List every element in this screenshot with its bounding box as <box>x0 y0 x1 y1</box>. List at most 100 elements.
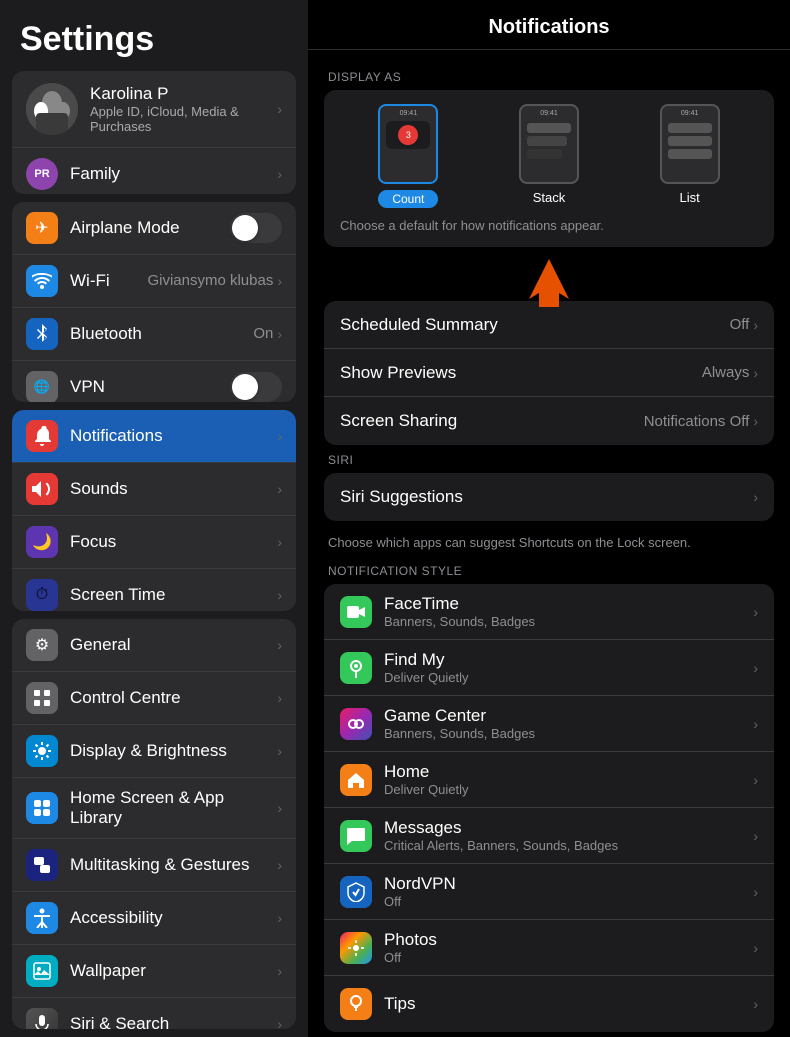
findmy-icon <box>340 652 372 684</box>
sidebar-item-wifi[interactable]: Wi-Fi Giviansymo klubas › <box>12 255 296 308</box>
homescreen-label: Home Screen & App Library <box>70 788 277 828</box>
siri-icon <box>26 1008 58 1029</box>
panel-title: Notifications <box>488 16 609 38</box>
general-chevron: › <box>277 637 282 653</box>
bluetooth-value: On <box>253 325 273 342</box>
wallpaper-label: Wallpaper <box>70 961 277 981</box>
list-mockup: 09:41 <box>660 104 720 184</box>
sidebar-item-sounds[interactable]: Sounds › <box>12 463 296 516</box>
app-row-gamecenter[interactable]: Game Center Banners, Sounds, Badges › <box>324 696 774 752</box>
notifications-chevron: › <box>277 428 282 444</box>
controlcentre-chevron: › <box>277 690 282 706</box>
sidebar-item-bluetooth[interactable]: Bluetooth On › <box>12 308 296 361</box>
siri-group: Siri Suggestions › <box>324 473 774 521</box>
accessibility-icon <box>26 902 58 934</box>
app-row-findmy[interactable]: Find My Deliver Quietly › <box>324 640 774 696</box>
app-row-messages[interactable]: Messages Critical Alerts, Banners, Sound… <box>324 808 774 864</box>
gamecenter-chevron: › <box>753 716 758 732</box>
sidebar-item-general[interactable]: ⚙ General › <box>12 619 296 672</box>
sidebar-title: Settings <box>0 0 308 71</box>
sidebar-item-vpn[interactable]: 🌐 VPN <box>12 361 296 403</box>
display-as-card: 09:41 3 Count 09:41 <box>324 90 774 247</box>
sounds-chevron: › <box>277 481 282 497</box>
home-sub: Deliver Quietly <box>384 782 753 797</box>
app-row-home[interactable]: Home Deliver Quietly › <box>324 752 774 808</box>
count-badge: Count <box>378 190 438 208</box>
airplane-icon: ✈ <box>26 212 58 244</box>
sidebar-item-homescreen[interactable]: Home Screen & App Library › <box>12 778 296 839</box>
wifi-label: Wi-Fi <box>70 271 147 291</box>
sidebar-item-notifications[interactable]: Notifications › <box>12 410 296 463</box>
focus-icon: 🌙 <box>26 526 58 558</box>
display-option-count[interactable]: 09:41 3 Count <box>378 104 438 208</box>
family-label: Family <box>70 164 120 184</box>
family-chevron: › <box>277 166 282 182</box>
app-row-nordvpn[interactable]: NordVPN Off › <box>324 864 774 920</box>
sounds-icon <box>26 473 58 505</box>
multitasking-label: Multitasking & Gestures <box>70 855 277 875</box>
arrow-annotation <box>308 249 790 309</box>
stack-mockup: 09:41 <box>519 104 579 184</box>
profile-section: Karolina P Apple ID, iCloud, Media & Pur… <box>12 71 296 194</box>
sidebar-item-siri[interactable]: Siri & Search › <box>12 998 296 1029</box>
wifi-icon <box>26 265 58 297</box>
homescreen-icon <box>26 792 58 824</box>
sounds-label: Sounds <box>70 479 277 499</box>
home-info: Home Deliver Quietly <box>384 762 753 797</box>
notifications-icon <box>26 420 58 452</box>
sidebar-item-wallpaper[interactable]: Wallpaper › <box>12 945 296 998</box>
tips-chevron: › <box>753 996 758 1012</box>
display-as-label: DISPLAY AS <box>308 70 790 84</box>
sidebar-item-screentime[interactable]: ⏱ Screen Time › <box>12 569 296 611</box>
photos-info: Photos Off <box>384 930 753 965</box>
displaybrightness-icon <box>26 735 58 767</box>
avatar <box>26 83 78 135</box>
controlcentre-label: Control Centre <box>70 688 277 708</box>
notif-style-label: NOTIFICATION STYLE <box>308 564 790 578</box>
show-previews-row[interactable]: Show Previews Always › <box>324 349 774 397</box>
sidebar-item-accessibility[interactable]: Accessibility › <box>12 892 296 945</box>
bluetooth-icon <box>26 318 58 350</box>
sidebar-item-multitasking[interactable]: Multitasking & Gestures › <box>12 839 296 892</box>
show-previews-value: Always <box>702 364 750 381</box>
profile-sub: Apple ID, iCloud, Media & Purchases <box>90 104 277 134</box>
count-mockup: 09:41 3 <box>378 104 438 184</box>
app-row-tips[interactable]: Tips › <box>324 976 774 1032</box>
wifi-value: Giviansymo klubas <box>147 272 273 289</box>
messages-info: Messages Critical Alerts, Banners, Sound… <box>384 818 753 853</box>
gamecenter-info: Game Center Banners, Sounds, Badges <box>384 706 753 741</box>
facetime-icon <box>340 596 372 628</box>
panel-content: DISPLAY AS 09:41 3 Count 09:41 <box>308 50 790 1037</box>
homescreen-chevron: › <box>277 800 282 816</box>
findmy-chevron: › <box>753 660 758 676</box>
profile-row[interactable]: Karolina P Apple ID, iCloud, Media & Pur… <box>12 71 296 148</box>
panel-header: Notifications <box>308 0 790 50</box>
screen-sharing-row[interactable]: Screen Sharing Notifications Off › <box>324 397 774 445</box>
focus-chevron: › <box>277 534 282 550</box>
bluetooth-chevron: › <box>277 326 282 342</box>
sidebar-item-focus[interactable]: 🌙 Focus › <box>12 516 296 569</box>
screentime-chevron: › <box>277 587 282 603</box>
messages-chevron: › <box>753 828 758 844</box>
home-chevron: › <box>753 772 758 788</box>
app-row-photos[interactable]: Photos Off › <box>324 920 774 976</box>
accessibility-label: Accessibility <box>70 908 277 928</box>
notification-settings-group: Scheduled Summary Off › Show Previews Al… <box>324 301 774 445</box>
screen-sharing-value: Notifications Off <box>644 413 750 430</box>
siri-section-label: SIRI <box>308 453 790 467</box>
gamecenter-sub: Banners, Sounds, Badges <box>384 726 753 741</box>
findmy-name: Find My <box>384 650 753 670</box>
nordvpn-info: NordVPN Off <box>384 874 753 909</box>
sidebar-item-displaybrightness[interactable]: Display & Brightness › <box>12 725 296 778</box>
sidebar-item-airplane[interactable]: ✈ Airplane Mode <box>12 202 296 255</box>
display-options: 09:41 3 Count 09:41 <box>338 104 760 208</box>
gamecenter-name: Game Center <box>384 706 753 726</box>
siri-suggestions-row[interactable]: Siri Suggestions › <box>324 473 774 521</box>
family-row[interactable]: PR Family › <box>12 148 296 194</box>
display-option-list[interactable]: 09:41 List <box>660 104 720 208</box>
app-row-facetime[interactable]: FaceTime Banners, Sounds, Badges › <box>324 584 774 640</box>
sidebar-item-controlcentre[interactable]: Control Centre › <box>12 672 296 725</box>
airplane-toggle[interactable] <box>230 213 282 243</box>
vpn-toggle[interactable] <box>230 372 282 402</box>
display-option-stack[interactable]: 09:41 Stack <box>519 104 579 208</box>
